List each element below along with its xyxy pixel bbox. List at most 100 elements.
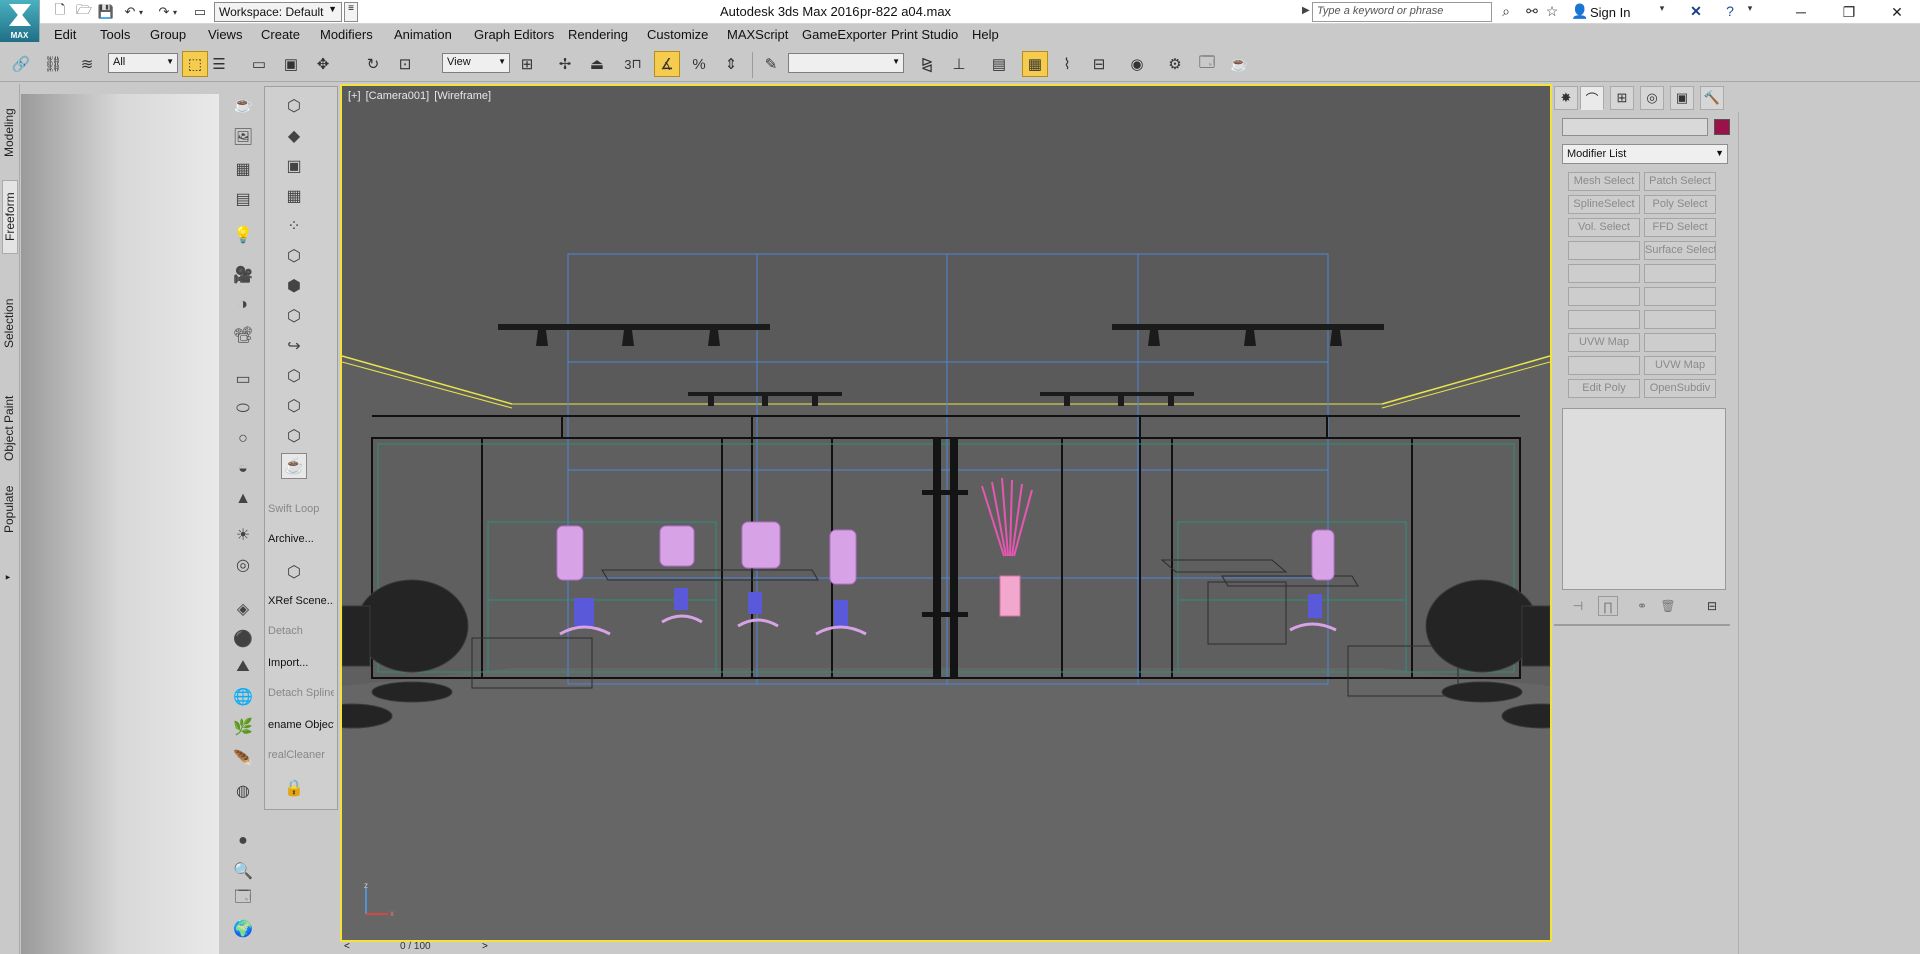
mirror-icon[interactable]: ⧎ — [914, 51, 940, 77]
keyboard-shortcut-override-icon[interactable]: ⏏ — [584, 51, 610, 77]
modifier-button-empty[interactable] — [1568, 310, 1640, 329]
disc-icon[interactable]: ◎ — [230, 552, 256, 578]
detach-spline-label[interactable]: Detach Spline — [268, 687, 334, 699]
reference-coordinate-dropdown[interactable]: View ▼ — [442, 53, 510, 73]
magnifier-scene-icon[interactable]: 🔍 — [230, 858, 256, 884]
modifier-button-empty[interactable] — [1644, 264, 1716, 283]
rendered-frame-window-icon[interactable]: 🗔 — [1194, 51, 1220, 77]
table-icon[interactable]: ▤ — [230, 186, 256, 212]
menu-group[interactable]: Group — [150, 27, 186, 42]
circle-icon[interactable]: ○ — [230, 426, 256, 452]
globe-icon[interactable]: 🌐 — [230, 684, 256, 710]
patch-select-button[interactable]: Patch Select — [1644, 172, 1716, 191]
hair-icon[interactable]: 🪶 — [230, 746, 256, 772]
xref-scene-label[interactable]: XRef Scene... — [268, 595, 334, 607]
gem-icon[interactable]: ◆ — [281, 123, 307, 149]
curve-editor-icon[interactable]: ⌇ — [1054, 51, 1080, 77]
workspace-dropdown[interactable]: Workspace: Default ▼ — [214, 2, 342, 22]
pivot-center-icon[interactable]: ⊞ — [514, 51, 540, 77]
menu-views[interactable]: Views — [208, 27, 242, 42]
teapot-box-icon[interactable]: ☕ — [281, 453, 307, 479]
schematic-view-icon[interactable]: ⊟ — [1086, 51, 1112, 77]
mountain-icon[interactable]: ⛰ — [230, 654, 256, 680]
object-name-field[interactable] — [1562, 118, 1708, 136]
detach-label[interactable]: Detach — [268, 625, 334, 637]
menu-customize[interactable]: Customize — [647, 27, 708, 42]
make-unique-icon[interactable]: ⚭ — [1632, 596, 1652, 616]
show-end-result-icon[interactable]: ∏ — [1598, 596, 1618, 616]
next-frame-icon[interactable]: > — [482, 941, 488, 952]
menu-gameexporter[interactable]: GameExporter — [802, 27, 887, 42]
app-menu-button[interactable]: MAX — [0, 0, 40, 42]
redo-arrow-icon[interactable]: ↪ — [281, 333, 307, 359]
modifier-button-empty[interactable] — [1568, 241, 1640, 260]
binoculars-icon[interactable]: ⌕ — [1496, 3, 1516, 21]
configure-modifier-sets-icon[interactable]: ⊟ — [1702, 596, 1722, 616]
modifier-list-dropdown[interactable]: Modifier List ▼ — [1562, 144, 1728, 164]
sun-icon[interactable]: ☀ — [230, 522, 256, 548]
opensubdiv-button[interactable]: OpenSubdiv — [1644, 379, 1716, 398]
select-object-icon[interactable]: ⬚ — [182, 51, 208, 77]
modifier-button-empty[interactable] — [1568, 356, 1640, 375]
menu-print-studio[interactable]: Print Studio — [891, 27, 958, 42]
rectangular-selection-icon[interactable]: ▭ — [246, 51, 272, 77]
menu-modifiers[interactable]: Modifiers — [320, 27, 373, 42]
mesh-select-button[interactable]: Mesh Select — [1568, 172, 1640, 191]
lock-icon[interactable]: 🔒 — [281, 775, 307, 801]
plane-icon[interactable]: ▭ — [230, 366, 256, 392]
uvw-map-button[interactable]: UVW Map — [1568, 333, 1640, 352]
sphere-icon[interactable]: ● — [230, 828, 256, 854]
cone-icon[interactable]: ▲ — [230, 486, 256, 512]
select-and-link-icon[interactable]: 🔗 — [8, 51, 34, 77]
snaps-toggle-icon[interactable]: 3 ⊓ — [620, 51, 646, 77]
redo-dropdown-icon[interactable]: ▾ — [170, 3, 180, 21]
motion-tab-icon[interactable]: ◎ — [1640, 86, 1664, 110]
menu-edit[interactable]: Edit — [54, 27, 76, 42]
close-window-button[interactable]: ✕ — [1874, 0, 1920, 24]
render-camera-icon[interactable]: 📽 — [230, 322, 256, 348]
favorites-star-icon[interactable]: ☆ — [1542, 3, 1562, 21]
cube-small-icon[interactable]: ⬡ — [281, 559, 307, 585]
camera-icon[interactable]: 🎥 — [230, 262, 256, 288]
select-and-move-icon[interactable]: ✥ — [310, 51, 336, 77]
quick-access-menu-icon[interactable]: ≡ — [344, 2, 358, 22]
menu-create[interactable]: Create — [261, 27, 300, 42]
percent-snap-icon[interactable]: % — [686, 51, 712, 77]
surface-select-button[interactable]: Surface Select — [1644, 241, 1716, 260]
rename-objects-label[interactable]: ename Objects — [268, 719, 334, 731]
search-expand-icon[interactable]: ▶ — [1302, 5, 1310, 16]
tab-selection[interactable]: Selection — [2, 288, 18, 358]
uvw-map-button[interactable]: UVW Map — [1644, 356, 1716, 375]
create-tab-icon[interactable]: ✸ — [1554, 86, 1578, 110]
modifier-button-empty[interactable] — [1568, 287, 1640, 306]
remove-modifier-icon[interactable]: 🗑 — [1658, 596, 1678, 616]
previous-frame-icon[interactable]: < — [344, 941, 350, 952]
undo-dropdown-icon[interactable]: ▾ — [136, 3, 146, 21]
spline-select-button[interactable]: SplineSelect — [1568, 195, 1640, 214]
viewport-camera-label[interactable]: [Camera001] — [366, 90, 430, 102]
open-file-icon[interactable]: 🗁 — [74, 2, 94, 21]
new-file-icon[interactable]: 🗋 — [50, 2, 70, 21]
chevron-down-icon[interactable]: ▾ — [1652, 3, 1672, 21]
sphere-half-icon[interactable]: ◑ — [230, 292, 256, 318]
search-input[interactable]: Type a keyword or phrase — [1312, 2, 1492, 22]
shader-ball-icon[interactable]: ◍ — [230, 778, 256, 804]
ffd-select-button[interactable]: FFD Select — [1644, 218, 1716, 237]
render-production-icon[interactable]: ☕ — [1226, 51, 1252, 77]
toggle-scene-explorer-icon[interactable]: ▤ — [986, 51, 1012, 77]
tab-modeling[interactable]: Modeling — [2, 100, 18, 166]
image-grid-icon[interactable]: ▦ — [281, 183, 307, 209]
box-faded-icon[interactable]: ⬡ — [281, 243, 307, 269]
vol-select-button[interactable]: Vol. Select — [1568, 218, 1640, 237]
save-icon[interactable]: 💾 — [96, 3, 116, 21]
align-icon[interactable]: ⊥ — [946, 51, 972, 77]
named-selection-set-dropdown[interactable]: ▼ — [788, 53, 904, 73]
particle-icon[interactable]: ⁘ — [281, 213, 307, 239]
modifier-button-empty[interactable] — [1644, 287, 1716, 306]
render-view-icon[interactable]: 🖼 — [230, 124, 256, 150]
select-and-rotate-icon[interactable]: ↻ — [360, 51, 386, 77]
chevron-down-icon[interactable]: ▾ — [1740, 3, 1760, 21]
shield-cube-icon[interactable]: ⬢ — [281, 273, 307, 299]
patch-icon[interactable]: ◈ — [230, 596, 256, 622]
select-by-name-icon[interactable]: ☰ — [206, 51, 232, 77]
